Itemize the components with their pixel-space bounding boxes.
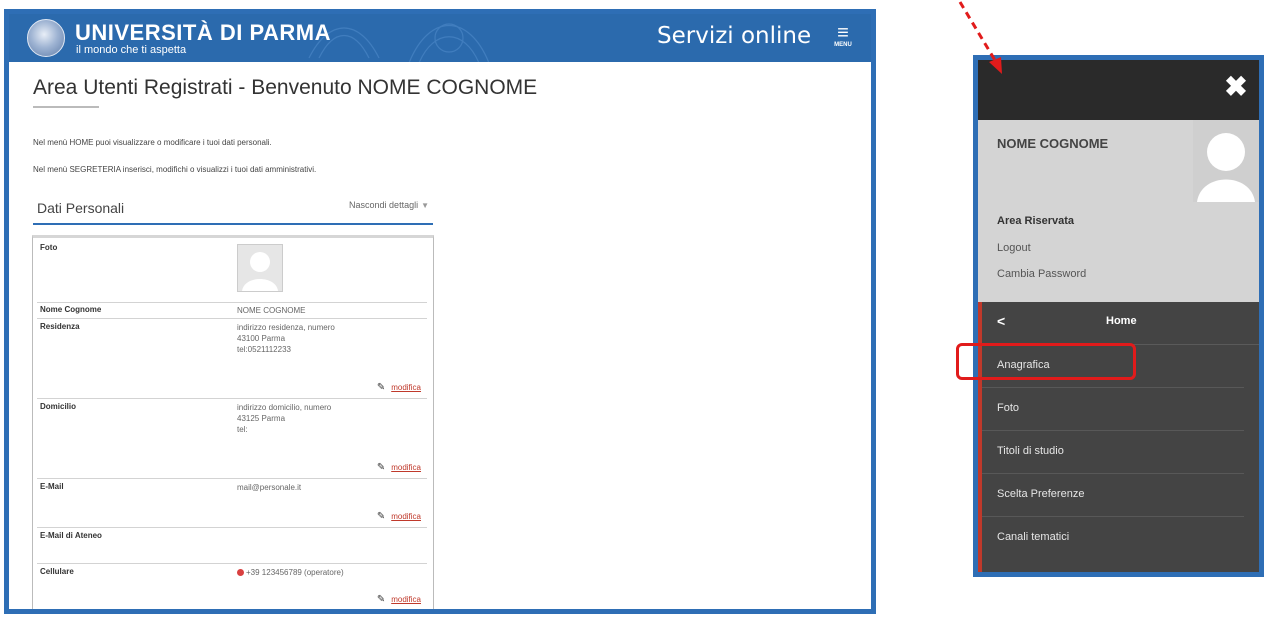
- country-flag-icon: [237, 569, 244, 576]
- change-password-link[interactable]: Cambia Password: [997, 268, 1086, 280]
- table-row-email: E-Mail mail@personale.it ✎ modifica: [37, 479, 427, 528]
- menu-label: MENU: [834, 42, 852, 48]
- edit-cellulare-link[interactable]: ✎ modifica: [377, 594, 421, 605]
- address-line: 43125 Parma: [237, 414, 286, 423]
- row-label: E-Mail: [40, 482, 64, 491]
- user-panel: NOME COGNOME Area Riservata Logout Cambi…: [978, 120, 1259, 302]
- intro-home-text: Nel menù HOME puoi visualizzare o modifi…: [33, 138, 272, 147]
- edit-icon: ✎: [376, 511, 386, 522]
- close-icon[interactable]: ✖: [1221, 72, 1251, 102]
- side-menu-screenshot: ✖ NOME COGNOME Area Riservata Logout Cam…: [973, 55, 1264, 577]
- photo-placeholder-icon: [237, 244, 283, 292]
- user-name: NOME COGNOME: [997, 136, 1109, 151]
- edit-label: modifica: [391, 463, 421, 472]
- table-row-residenza: Residenza indirizzo residenza, numero 431…: [37, 319, 427, 399]
- nav-item-label: Scelta Preferenze: [997, 488, 1085, 500]
- table-row-cellulare: Cellulare +39 123456789 (operatore) ✎ mod…: [37, 564, 427, 609]
- home-header: < Home: [982, 302, 1259, 345]
- annotation-arrow: [958, 1, 1002, 74]
- logout-link[interactable]: Logout: [997, 242, 1031, 254]
- row-label: Nome Cognome: [40, 305, 102, 314]
- address-line: indirizzo domicilio, numero: [237, 403, 332, 412]
- row-value: +39 123456789 (operatore): [237, 567, 344, 578]
- nav-item-canali[interactable]: Canali tematici: [982, 517, 1244, 559]
- address-line: 43100 Parma: [237, 334, 286, 343]
- edit-residenza-link[interactable]: ✎ modifica: [377, 382, 421, 393]
- desktop-screenshot: UNIVERSITÀ DI PARMA il mondo che ti aspe…: [4, 9, 876, 614]
- university-seal-icon[interactable]: [27, 19, 65, 57]
- nav-item-foto[interactable]: Foto: [982, 388, 1244, 431]
- table-row-foto: Foto: [37, 240, 427, 303]
- row-value: NOME COGNOME: [237, 306, 306, 315]
- row-value: mail@personale.it: [237, 483, 302, 492]
- table-row-email-ateneo: E-Mail di Ateneo: [37, 528, 427, 564]
- menu-button[interactable]: ≡ MENU: [831, 22, 855, 54]
- edit-icon: ✎: [376, 462, 386, 473]
- edit-label: modifica: [391, 512, 421, 521]
- intro-segreteria-text: Nel menù SEGRETERIA inserisci, modifichi…: [33, 165, 317, 174]
- row-label: Residenza: [40, 322, 80, 331]
- home-label: Home: [1106, 315, 1137, 327]
- table-row-domicilio: Domicilio indirizzo domicilio, numero 431…: [37, 399, 427, 479]
- row-label: Domicilio: [40, 402, 77, 411]
- university-tagline: il mondo che ti aspetta: [76, 44, 187, 56]
- university-name[interactable]: UNIVERSITÀ DI PARMA: [75, 20, 331, 46]
- row-label: Cellulare: [40, 567, 74, 576]
- edit-email-link[interactable]: ✎ modifica: [377, 511, 421, 522]
- avatar-icon: [1193, 120, 1259, 202]
- personal-data-table: Foto Nome Cognome NOME COGNOME Residenza…: [32, 235, 434, 609]
- section-header: Dati Personali Nascondi dettagli ▼: [33, 195, 433, 225]
- hamburger-icon: ≡: [837, 22, 849, 44]
- page-title: Area Utenti Registrati - Benvenuto NOME …: [33, 76, 538, 99]
- toggle-details-button[interactable]: Nascondi dettagli ▼: [349, 200, 429, 210]
- caret-down-icon: ▼: [421, 201, 429, 210]
- nav-item-label: Canali tematici: [997, 531, 1070, 543]
- chevron-left-icon[interactable]: <: [997, 313, 1005, 329]
- side-menu-topbar: ✖: [978, 60, 1259, 120]
- address-line: tel:: [237, 425, 248, 434]
- toggle-details-label: Nascondi dettagli: [349, 200, 419, 210]
- edit-label: modifica: [391, 383, 421, 392]
- edit-label: modifica: [391, 595, 421, 604]
- edit-domicilio-link[interactable]: ✎ modifica: [377, 462, 421, 473]
- header-decoration: [308, 23, 490, 62]
- section-title: Dati Personali: [37, 200, 125, 216]
- row-label: Foto: [40, 243, 58, 252]
- row-value: indirizzo residenza, numero 43100 Parma te…: [237, 322, 335, 355]
- site-header: UNIVERSITÀ DI PARMA il mondo che ti aspe…: [9, 14, 871, 62]
- phone-value: +39 123456789 (operatore): [246, 568, 344, 577]
- address-line: tel:0521112233: [237, 345, 291, 354]
- edit-icon: ✎: [376, 594, 386, 605]
- annotation-highlight-box: [956, 343, 1136, 380]
- address-line: indirizzo residenza, numero: [237, 323, 335, 332]
- row-value: indirizzo domicilio, numero 43125 Parma te…: [237, 402, 331, 435]
- title-underline: [33, 106, 99, 108]
- area-riservata-title: Area Riservata: [997, 215, 1075, 227]
- table-row-nome: Nome Cognome NOME COGNOME: [37, 302, 427, 319]
- nav-item-titoli[interactable]: Titoli di studio: [982, 431, 1244, 474]
- nav-item-label: Foto: [997, 402, 1020, 414]
- service-title: Servizi online: [657, 23, 812, 49]
- edit-icon: ✎: [376, 382, 386, 393]
- row-label: E-Mail di Ateneo: [40, 531, 102, 540]
- nav-item-label: Titoli di studio: [997, 445, 1064, 457]
- nav-item-preferenze[interactable]: Scelta Preferenze: [982, 474, 1244, 517]
